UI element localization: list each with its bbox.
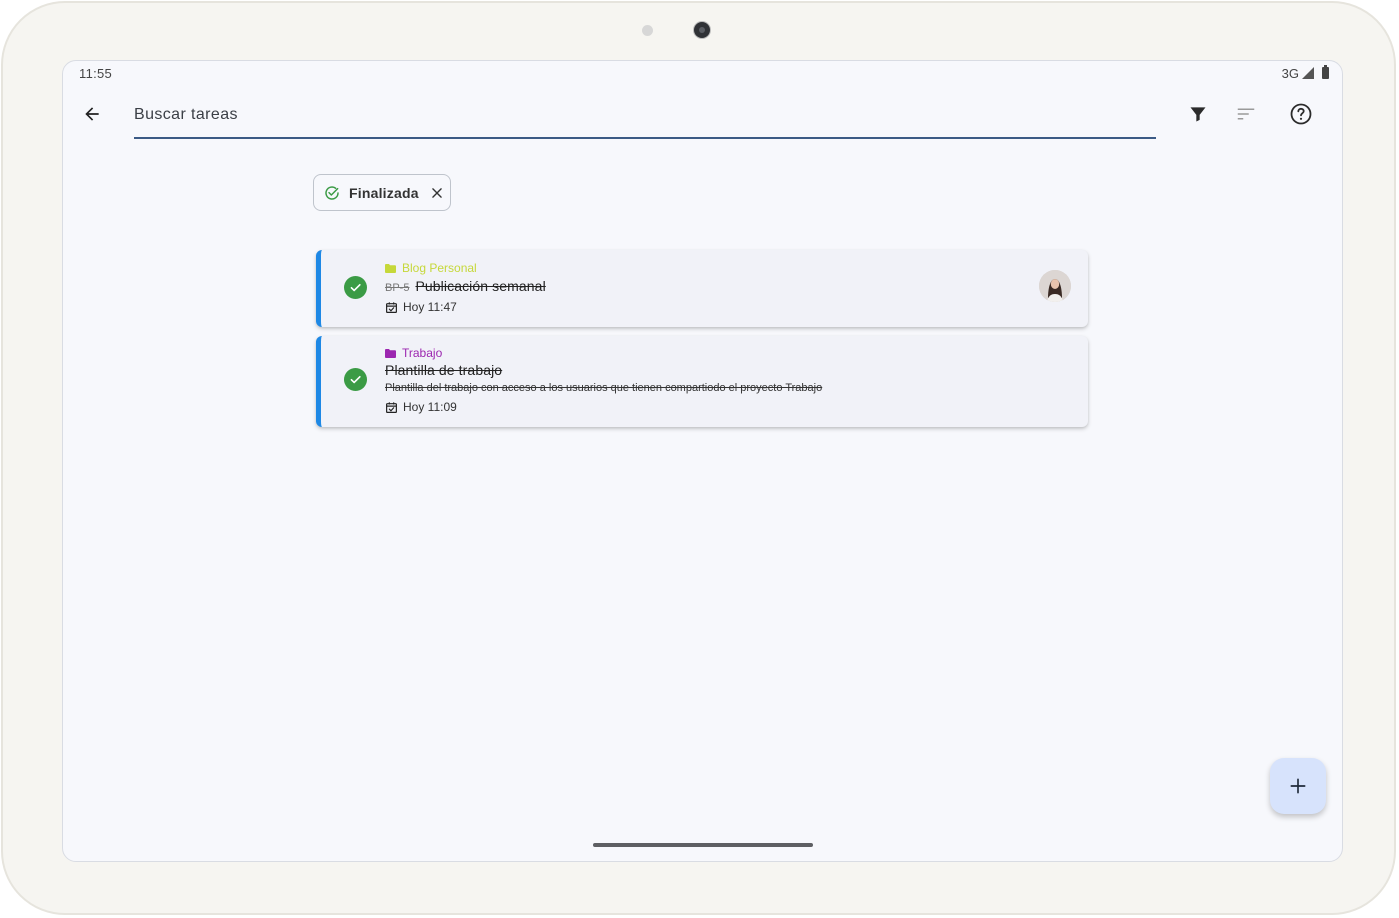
search-bar bbox=[134, 99, 1156, 139]
search-input[interactable] bbox=[134, 100, 1156, 130]
help-circle-icon bbox=[1290, 103, 1312, 125]
task-project: Blog Personal bbox=[385, 261, 477, 275]
check-circle-icon bbox=[325, 185, 339, 200]
task-card[interactable]: Trabajo Plantilla de trabajo Plantilla d… bbox=[316, 336, 1088, 427]
sort-button[interactable] bbox=[1231, 99, 1261, 129]
checkmark-icon bbox=[350, 375, 361, 384]
back-button[interactable] bbox=[77, 99, 107, 129]
folder-icon bbox=[385, 348, 396, 358]
folder-icon bbox=[385, 263, 396, 273]
task-card[interactable]: Blog Personal BP-5 Publicación semanal H… bbox=[316, 250, 1088, 327]
task-title: Plantilla de trabajo bbox=[385, 362, 503, 378]
completed-check-icon[interactable] bbox=[344, 276, 367, 299]
task-date: Hoy 11:09 bbox=[385, 400, 457, 414]
calendar-check-icon bbox=[386, 401, 397, 413]
status-bar: 11:55 3G bbox=[63, 61, 1342, 87]
task-title-row: BP-5 Publicación semanal bbox=[385, 278, 546, 294]
task-project-name: Blog Personal bbox=[402, 261, 477, 275]
signal-icon bbox=[1302, 67, 1314, 79]
task-date: Hoy 11:47 bbox=[385, 300, 457, 314]
chip-label: Finalizada bbox=[349, 184, 419, 201]
sort-lines-icon bbox=[1237, 108, 1255, 120]
home-indicator[interactable] bbox=[593, 843, 813, 847]
close-icon[interactable] bbox=[430, 186, 444, 200]
tablet-frame: 11:55 3G Buscar tareas Finalizada Blog P… bbox=[1, 1, 1396, 915]
task-project: Trabajo bbox=[385, 346, 442, 360]
light-sensor bbox=[642, 25, 653, 36]
front-camera bbox=[694, 22, 710, 38]
task-project-name: Trabajo bbox=[402, 346, 443, 360]
battery-icon bbox=[1322, 65, 1329, 79]
add-task-button[interactable] bbox=[1270, 758, 1326, 814]
plus-icon bbox=[1290, 778, 1306, 794]
checkmark-icon bbox=[350, 283, 361, 292]
task-date-text: Hoy 11:09 bbox=[403, 400, 457, 414]
network-type: 3G bbox=[1281, 66, 1299, 81]
status-time: 11:55 bbox=[79, 66, 113, 81]
task-code: BP-5 bbox=[385, 282, 410, 294]
task-title: Publicación semanal bbox=[415, 278, 546, 294]
calendar-check-icon bbox=[386, 301, 397, 313]
filter-chip-completed[interactable]: Finalizada bbox=[313, 174, 451, 211]
avatar[interactable] bbox=[1039, 270, 1071, 302]
app-screen: 11:55 3G Buscar tareas Finalizada Blog P… bbox=[62, 60, 1343, 862]
filter-button[interactable] bbox=[1183, 99, 1213, 129]
task-title-row: Plantilla de trabajo bbox=[385, 362, 502, 378]
arrow-left-icon bbox=[85, 107, 99, 121]
help-button[interactable] bbox=[1286, 99, 1316, 129]
filter-funnel-icon bbox=[1190, 107, 1206, 122]
avatar-photo bbox=[1039, 270, 1071, 302]
task-date-text: Hoy 11:47 bbox=[403, 300, 457, 314]
task-description: Plantilla del trabajo con acceso a los u… bbox=[385, 382, 823, 394]
completed-check-icon[interactable] bbox=[344, 368, 367, 391]
